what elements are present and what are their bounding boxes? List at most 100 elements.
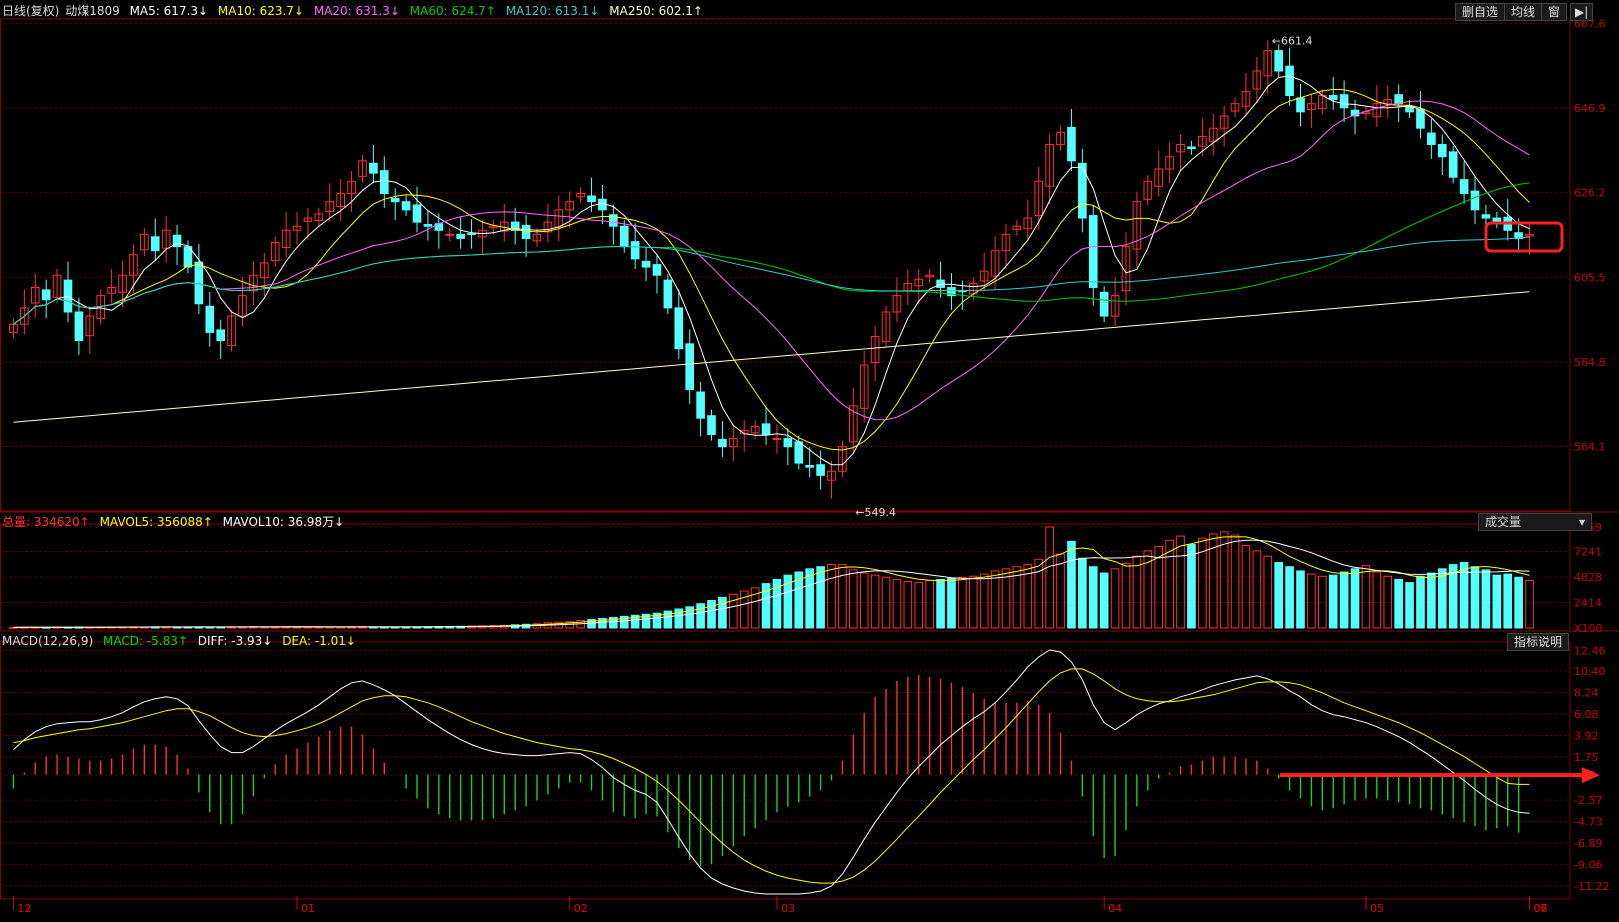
mavol5-label: MAVOL5: 356088↑ bbox=[99, 515, 213, 529]
volume-bar bbox=[1328, 574, 1338, 629]
x-tick-label: 02 bbox=[574, 902, 588, 915]
indicator-select[interactable]: 成交量 ▾ bbox=[1478, 513, 1592, 531]
delete-watch-button[interactable]: 删自选 bbox=[1455, 3, 1506, 21]
candle-body bbox=[772, 438, 782, 441]
volume-total-label: 总量: 334620↑ bbox=[2, 515, 90, 529]
volume-bar bbox=[914, 582, 924, 629]
dea-value-label: DEA: -1.01↓ bbox=[282, 634, 356, 648]
candle-body bbox=[587, 195, 596, 203]
candle-body bbox=[718, 438, 727, 448]
candle-body bbox=[783, 438, 793, 448]
ma60-line bbox=[13, 182, 1530, 325]
volume-bar bbox=[718, 596, 727, 629]
volume-bar bbox=[925, 579, 934, 629]
candle-body bbox=[194, 261, 204, 305]
ma120-label: MA120: 613.1↓ bbox=[505, 4, 600, 18]
volume-bar bbox=[848, 569, 858, 629]
candle-body bbox=[652, 264, 662, 276]
volume-bar bbox=[1427, 572, 1436, 629]
volume-bar bbox=[805, 568, 814, 629]
volume-bar bbox=[1252, 550, 1262, 629]
avg-line-button[interactable]: 均线 bbox=[1504, 3, 1543, 21]
volume-bar bbox=[1176, 535, 1185, 629]
candle-body bbox=[412, 204, 422, 223]
panel-border bbox=[0, 641, 1571, 900]
candle-body bbox=[1328, 95, 1338, 101]
collapse-button[interactable]: ▶| bbox=[1570, 3, 1594, 21]
candle-body bbox=[1448, 151, 1458, 178]
candle-body bbox=[1088, 215, 1098, 288]
ma250-line bbox=[13, 291, 1530, 423]
macd-legend: MACD(12,26,9) MACD: -5.83↑ DIFF: -3.93↓ … bbox=[2, 633, 362, 649]
candle-body bbox=[707, 415, 716, 435]
volume-legend: 总量: 334620↑ MAVOL5: 356088↑ MAVOL10: 36.… bbox=[2, 514, 350, 530]
volume-bar bbox=[1187, 544, 1196, 629]
volume-bar bbox=[1339, 571, 1349, 629]
volume-bar bbox=[1067, 540, 1076, 629]
diff-value-label: DIFF: -3.93↓ bbox=[197, 634, 273, 648]
candle-body bbox=[641, 260, 651, 268]
ma10-line bbox=[13, 88, 1530, 451]
ma5-line bbox=[13, 75, 1530, 466]
macd-tick-label: -9.06 bbox=[1574, 859, 1602, 872]
candle-body bbox=[1274, 50, 1283, 72]
volume-bar bbox=[1274, 561, 1283, 629]
volume-bar bbox=[1394, 578, 1403, 629]
candle-body bbox=[521, 224, 531, 239]
candle-body bbox=[1416, 108, 1425, 129]
candle-body bbox=[216, 329, 226, 342]
volume-bar bbox=[1437, 568, 1447, 629]
indicator-help-button[interactable]: 指标说明 bbox=[1507, 633, 1570, 651]
window-button[interactable]: 窗 bbox=[1541, 3, 1568, 21]
volume-bar bbox=[1056, 553, 1065, 629]
volume-bar bbox=[870, 574, 880, 629]
volume-bar bbox=[1088, 566, 1098, 629]
volume-bar bbox=[1361, 565, 1371, 629]
volume-bar bbox=[707, 600, 716, 629]
high-annotation: ←661.4 bbox=[1272, 35, 1313, 48]
volume-bar bbox=[1296, 570, 1305, 629]
volume-bar bbox=[1372, 571, 1382, 629]
volume-bar bbox=[1099, 572, 1109, 629]
candle-body bbox=[445, 233, 455, 236]
ma20-label: MA20: 631.3↓ bbox=[313, 4, 400, 18]
volume-bar bbox=[1481, 569, 1491, 629]
ma60-label: MA60: 624.7↑ bbox=[409, 4, 496, 18]
candle-body bbox=[805, 465, 814, 468]
price-tick-label: 584.8 bbox=[1574, 356, 1606, 369]
candle-body bbox=[379, 170, 389, 195]
volume-bar bbox=[1514, 576, 1523, 629]
candle-body bbox=[816, 464, 825, 476]
volume-bar bbox=[936, 578, 945, 629]
indicator-select-label: 成交量 bbox=[1485, 515, 1522, 529]
candle-body bbox=[390, 197, 400, 203]
volume-bar bbox=[990, 570, 1000, 629]
candle-body bbox=[1099, 291, 1109, 317]
candle-body bbox=[1296, 97, 1305, 113]
volume-bar bbox=[1317, 575, 1327, 629]
volume-bar bbox=[1405, 582, 1414, 629]
diff-line bbox=[13, 649, 1530, 895]
x-tick-label: 07 bbox=[1534, 902, 1548, 915]
candle-body bbox=[74, 311, 84, 342]
candle-body bbox=[663, 279, 673, 309]
volume-bar bbox=[1492, 574, 1502, 629]
candle-body bbox=[1437, 144, 1447, 158]
macd-tick-label: 12.46 bbox=[1574, 644, 1606, 657]
price-tick-label: 646.9 bbox=[1574, 102, 1606, 115]
volume-bar bbox=[1045, 526, 1054, 629]
volume-bar bbox=[696, 603, 705, 629]
volume-bar bbox=[1525, 579, 1534, 629]
candle-body bbox=[1394, 94, 1403, 105]
volume-bar bbox=[1350, 568, 1360, 629]
volume-bar bbox=[947, 577, 956, 629]
candle-body bbox=[205, 305, 215, 333]
volume-bar bbox=[1470, 566, 1480, 629]
volume-tick-label: 2414 bbox=[1574, 596, 1602, 609]
candle-body bbox=[1470, 190, 1480, 211]
x-tick-label: 04 bbox=[1108, 902, 1122, 915]
volume-bar bbox=[1263, 555, 1273, 629]
macd-tick-label: 10.40 bbox=[1574, 665, 1606, 678]
candle-body bbox=[456, 233, 465, 239]
candle-body bbox=[619, 225, 629, 248]
